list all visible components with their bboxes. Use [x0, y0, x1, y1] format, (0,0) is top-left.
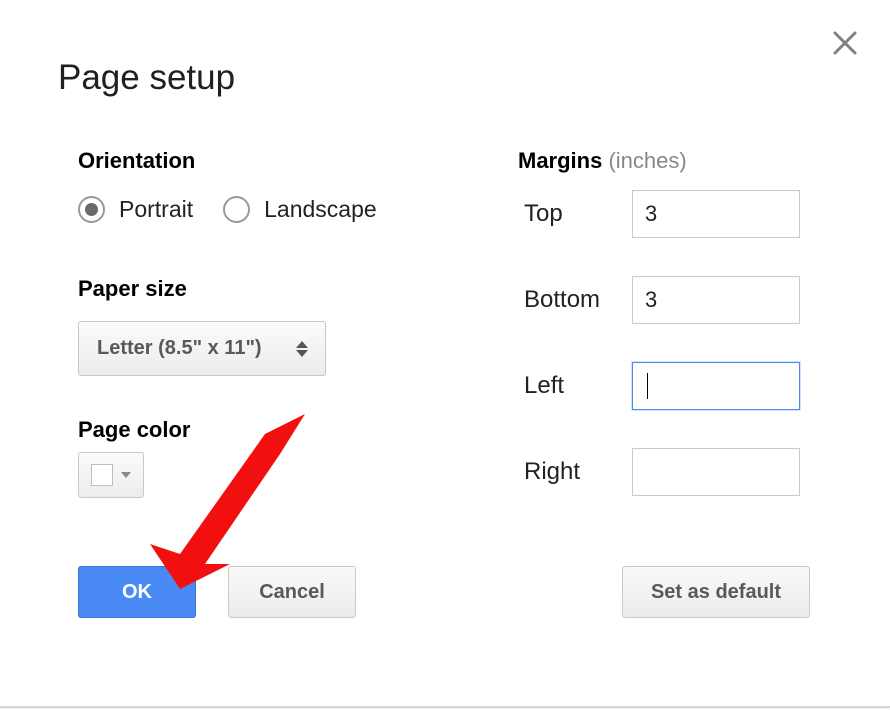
margin-top-input[interactable]	[632, 190, 800, 238]
margin-right-label: Right	[524, 458, 632, 486]
margins-label-text: Margins	[518, 148, 602, 173]
orientation-options: Portrait Landscape	[78, 196, 377, 223]
margin-row-top: Top	[524, 190, 814, 238]
color-swatch	[91, 464, 113, 486]
margin-left-input[interactable]	[632, 362, 800, 410]
orientation-landscape-label: Landscape	[264, 196, 377, 223]
margin-bottom-input[interactable]	[632, 276, 800, 324]
dialog-title: Page setup	[58, 58, 235, 98]
paper-size-select[interactable]: Letter (8.5" x 11")	[78, 321, 326, 376]
margin-left-label: Left	[524, 372, 632, 400]
margin-row-left: Left	[524, 362, 814, 410]
page-color-select[interactable]	[78, 452, 144, 498]
cancel-button[interactable]: Cancel	[228, 566, 356, 618]
orientation-portrait-radio[interactable]: Portrait	[78, 196, 193, 223]
divider	[0, 706, 890, 708]
orientation-label: Orientation	[78, 148, 195, 174]
set-default-button-label: Set as default	[651, 581, 781, 604]
margins-label: Margins (inches)	[518, 148, 687, 174]
set-default-button[interactable]: Set as default	[622, 566, 810, 618]
orientation-landscape-radio[interactable]: Landscape	[223, 196, 377, 223]
text-caret	[647, 373, 648, 399]
margins-unit: (inches)	[602, 148, 686, 173]
radio-icon	[223, 196, 250, 223]
orientation-portrait-label: Portrait	[119, 196, 193, 223]
chevron-down-icon	[121, 472, 131, 478]
paper-size-value: Letter (8.5" x 11")	[97, 337, 262, 360]
margin-bottom-label: Bottom	[524, 286, 632, 314]
ok-button-label: OK	[122, 581, 152, 604]
margin-row-bottom: Bottom	[524, 276, 814, 324]
cancel-button-label: Cancel	[259, 581, 325, 604]
radio-icon	[78, 196, 105, 223]
margin-row-right: Right	[524, 448, 814, 496]
paper-size-label: Paper size	[78, 276, 187, 302]
stepper-icon	[293, 341, 311, 357]
close-icon[interactable]	[830, 28, 860, 58]
page-setup-dialog: Page setup Orientation Portrait Landscap…	[0, 0, 890, 710]
margin-right-input[interactable]	[632, 448, 800, 496]
margin-top-label: Top	[524, 200, 632, 228]
page-color-label: Page color	[78, 417, 190, 443]
ok-button[interactable]: OK	[78, 566, 196, 618]
